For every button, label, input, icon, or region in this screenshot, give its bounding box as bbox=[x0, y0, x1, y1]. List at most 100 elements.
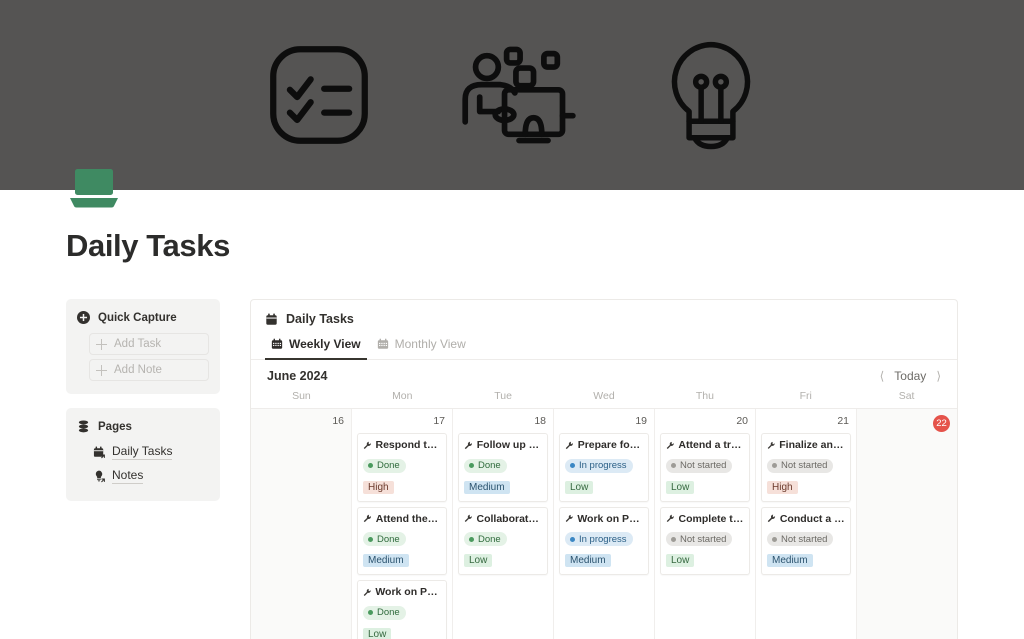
task-title: Follow up o... bbox=[464, 439, 542, 451]
status-label: Done bbox=[377, 607, 400, 618]
task-title-text: Work on Pro... bbox=[577, 513, 643, 525]
task-card[interactable]: Respond to ...DoneHigh bbox=[357, 433, 447, 502]
priority-badge: Medium bbox=[767, 554, 813, 567]
calendar-day-column[interactable]: 21Finalize and ...Not startedHighConduct… bbox=[756, 409, 857, 639]
calendar-day-column[interactable]: 19Prepare for ...In progressLowWork on P… bbox=[554, 409, 655, 639]
tab-monthly-view-label: Monthly View bbox=[395, 337, 466, 351]
wrench-icon bbox=[464, 441, 473, 450]
page-icon[interactable] bbox=[68, 167, 120, 219]
today-badge: 22 bbox=[933, 415, 950, 432]
status-dot-icon bbox=[368, 537, 373, 542]
day-number: 20 bbox=[660, 414, 750, 433]
pages-header: Pages bbox=[77, 420, 209, 433]
task-card[interactable]: Work on Pro... Done Low bbox=[357, 580, 447, 639]
sidebar: Quick Capture Add Task Add Note Pages bbox=[66, 299, 220, 501]
task-card[interactable]: Follow up o...DoneMedium bbox=[458, 433, 548, 502]
database-icon bbox=[77, 420, 90, 433]
calendar-day-column[interactable]: 22 bbox=[857, 409, 957, 639]
tab-monthly-view[interactable]: Monthly View bbox=[371, 334, 472, 360]
calendar-month-label: June 2024 bbox=[267, 369, 327, 383]
task-title: Finalize and ... bbox=[767, 439, 845, 451]
checklist-icon bbox=[267, 43, 371, 147]
add-task-button[interactable]: Add Task bbox=[89, 333, 209, 355]
status-label: Not started bbox=[680, 534, 726, 545]
wrench-icon bbox=[767, 441, 775, 450]
status-dot-icon bbox=[671, 537, 676, 542]
wrench-icon bbox=[565, 441, 574, 450]
task-title-text: Finalize and ... bbox=[779, 439, 845, 451]
task-title: Work on Pro... bbox=[565, 513, 643, 525]
database-title: Daily Tasks bbox=[251, 300, 957, 326]
task-title-text: Attend the t... bbox=[376, 513, 441, 525]
status-dot-icon bbox=[469, 537, 474, 542]
task-title: Collaborate ... bbox=[464, 513, 542, 525]
status-label: Done bbox=[478, 534, 501, 545]
quick-capture-header: Quick Capture bbox=[77, 311, 209, 324]
sidebar-item-daily-tasks[interactable]: Daily Tasks bbox=[93, 440, 209, 464]
task-card[interactable]: Attend the t...DoneMedium bbox=[357, 507, 447, 576]
calendar-day-column[interactable]: 17Respond to ...DoneHighAttend the t...D… bbox=[352, 409, 453, 639]
calendar-day-column[interactable]: 20Attend a trai...Not startedLowComplete… bbox=[655, 409, 756, 639]
sidebar-item-notes[interactable]: Notes bbox=[93, 464, 209, 488]
weekday-label: Fri bbox=[755, 390, 856, 408]
status-label: In progress bbox=[579, 534, 627, 545]
add-note-button[interactable]: Add Note bbox=[89, 359, 209, 381]
priority-badge: Low bbox=[363, 628, 391, 639]
calendar-grid: 1617Respond to ...DoneHighAttend the t..… bbox=[251, 408, 957, 639]
wrench-icon bbox=[565, 514, 573, 523]
task-card[interactable]: Finalize and ... Not started High bbox=[761, 433, 851, 502]
tab-weekly-view[interactable]: Weekly View bbox=[265, 334, 367, 360]
status-badge: Done bbox=[363, 606, 406, 620]
weekday-label: Thu bbox=[654, 390, 755, 408]
status-dot-icon bbox=[469, 463, 474, 468]
priority-badge: Low bbox=[666, 554, 694, 567]
weekday-label: Mon bbox=[352, 390, 453, 408]
database-card: Daily Tasks Weekly View Mont bbox=[250, 299, 958, 639]
status-badge: Not started bbox=[666, 532, 732, 546]
status-badge: Done bbox=[363, 459, 406, 473]
status-dot-icon bbox=[368, 610, 373, 615]
calendar-icon bbox=[93, 446, 106, 459]
day-number: 16 bbox=[256, 414, 346, 433]
calendar-icon bbox=[265, 313, 278, 326]
task-card[interactable]: Complete ta... Not started Low bbox=[660, 507, 750, 576]
wrench-icon bbox=[363, 514, 372, 523]
status-label: In progress bbox=[579, 460, 627, 471]
weekday-label: Wed bbox=[554, 390, 655, 408]
task-card[interactable]: Attend a trai...Not startedLow bbox=[660, 433, 750, 502]
task-card[interactable]: Conduct a t...Not startedMedium bbox=[761, 507, 851, 576]
task-card[interactable]: Collaborate ...DoneLow bbox=[458, 507, 548, 576]
status-label: Not started bbox=[781, 534, 827, 545]
task-title-text: Attend a trai... bbox=[678, 439, 744, 451]
task-card[interactable]: Prepare for ...In progressLow bbox=[559, 433, 649, 502]
page-title: Daily Tasks bbox=[66, 228, 1024, 264]
priority-badge: Medium bbox=[363, 554, 409, 567]
sidebar-item-label: Notes bbox=[112, 468, 143, 484]
task-title-text: Complete ta... bbox=[679, 513, 744, 525]
status-dot-icon bbox=[368, 463, 373, 468]
status-badge: Not started bbox=[666, 459, 732, 473]
priority-badge: High bbox=[363, 481, 394, 494]
task-title-text: Collaborate ... bbox=[476, 513, 542, 525]
task-title: Complete ta... bbox=[666, 513, 744, 525]
task-title: Work on Pro... bbox=[363, 586, 441, 598]
plus-icon bbox=[96, 365, 107, 376]
task-title-text: Prepare for ... bbox=[578, 439, 643, 451]
wrench-icon bbox=[363, 441, 372, 450]
status-dot-icon bbox=[772, 537, 777, 542]
calendar-day-column[interactable]: 18Follow up o...DoneMediumCollaborate ..… bbox=[453, 409, 554, 639]
calendar-day-column[interactable]: 16 bbox=[251, 409, 352, 639]
priority-badge: High bbox=[767, 481, 798, 494]
wrench-icon bbox=[767, 514, 776, 523]
add-note-label: Add Note bbox=[114, 364, 162, 376]
today-button[interactable]: Today bbox=[894, 369, 926, 383]
weekday-label: Sat bbox=[856, 390, 957, 408]
task-card[interactable]: Work on Pro...In progressMedium bbox=[559, 507, 649, 576]
task-title-text: Work on Pro... bbox=[375, 586, 441, 598]
lightbulb-icon bbox=[665, 40, 757, 150]
status-dot-icon bbox=[671, 463, 676, 468]
status-label: Not started bbox=[781, 460, 827, 471]
chevron-left-icon[interactable]: ⟨ bbox=[880, 370, 885, 382]
chevron-right-icon[interactable]: ⟩ bbox=[936, 370, 941, 382]
status-dot-icon bbox=[772, 463, 777, 468]
